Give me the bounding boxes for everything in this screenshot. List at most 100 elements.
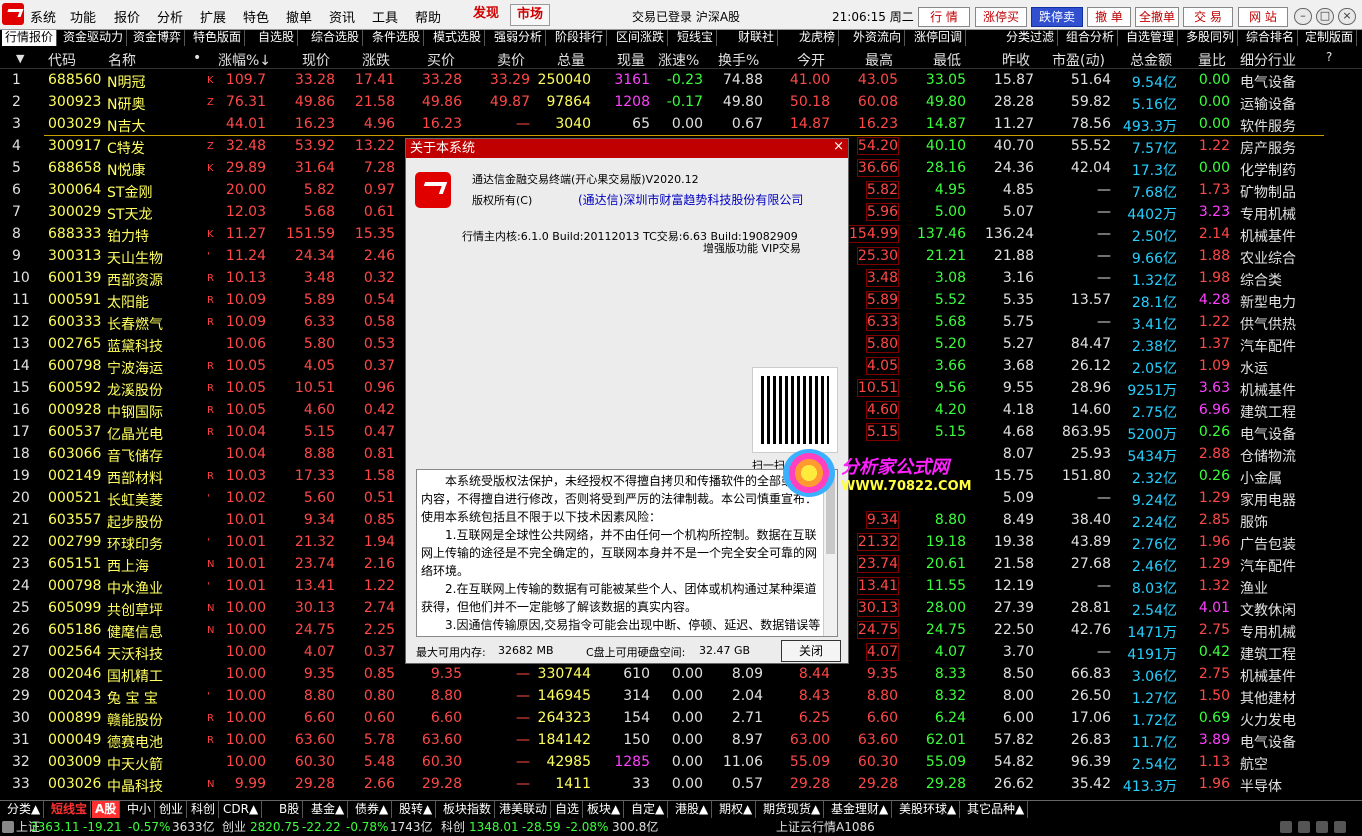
menu-feature[interactable]: 特色 [243,7,269,26]
header-sort-icon[interactable]: ▼ [16,52,24,65]
tab-dragon-tiger[interactable]: 龙虎榜 [796,30,840,46]
cancel-all-button[interactable]: 全撤单 [1135,7,1179,27]
menu-cancel-order[interactable]: 撤单 [286,7,312,26]
market-tab[interactable]: 债券▲ [352,801,393,818]
tab-range-change[interactable]: 区间涨跌 [613,30,669,46]
menu-function[interactable]: 功能 [70,7,96,26]
market-tab[interactable]: B股 [276,801,304,818]
menu-quote[interactable]: 报价 [114,7,140,26]
market-tab[interactable]: 板块指数 [440,801,496,818]
header-dot[interactable]: • [193,50,201,66]
market-tab[interactable]: CDR▲ [220,801,263,818]
table-row[interactable]: 30 000899 赣能股份 R 10.00 6.60 0.60 6.60 — 264323 154… [0,707,1362,729]
market-tab[interactable]: 港股▲ [672,801,713,818]
tab-portfolio[interactable]: 组合分析 [1063,30,1119,46]
table-row[interactable]: 28 002046 国机精工 10.00 9.35 0.85 9.35 — 330744 610 0… [0,663,1362,685]
tab-limit-pullback[interactable]: 涨停回调 [911,30,967,46]
header-ask[interactable]: 卖价 [497,50,525,70]
tab-fund-drive[interactable]: 资金驱动力 [60,30,128,46]
status-icon-3[interactable] [1316,821,1328,833]
market-tab[interactable]: 中小 [124,801,156,818]
tab-stage-rank[interactable]: 阶段排行 [552,30,608,46]
menu-extend[interactable]: 扩展 [200,7,226,26]
header-volume[interactable]: 总量 [557,50,585,70]
tab-multi-stock[interactable]: 多股同列 [1183,30,1239,46]
header-pe[interactable]: 市盈(动) [1052,50,1105,70]
table-row[interactable]: 29 002043 兔 宝 宝 ' 10.00 8.80 0.80 8.80 — 146945 31… [0,685,1362,707]
market-tab[interactable]: 期货现货▲ [760,801,825,818]
market-tab[interactable]: 期权▲ [716,801,757,818]
tab-custom-layout[interactable]: 定制版面 [1302,30,1358,46]
market-tab[interactable]: 创业 [156,801,188,818]
quote-button[interactable]: 行 情 [918,7,970,27]
market-tab[interactable]: 基金▲ [308,801,349,818]
market-tab[interactable]: 其它品种▲ [964,801,1029,818]
table-row[interactable]: 31 000049 德赛电池 R 10.00 63.60 5.78 63.60 — 184142 1… [0,729,1362,751]
header-open[interactable]: 今开 [797,50,825,70]
tab-fund-game[interactable]: 资金博弈 [130,30,186,46]
header-industry[interactable]: 细分行业 [1240,50,1296,70]
tab-category-filter[interactable]: 分类过滤 [1003,30,1059,46]
dialog-close-button[interactable]: 关闭 [781,640,841,662]
market-tab[interactable]: 基金理财▲ [828,801,893,818]
status-icon-1[interactable] [1280,821,1292,833]
discover-button[interactable]: 发现 [466,4,506,26]
table-row[interactable]: 32 003009 中天火箭 10.00 60.30 5.48 60.30 — 42985 128… [0,751,1362,773]
tab-watchlist[interactable]: 自选股 [255,30,299,46]
tab-quote[interactable]: 行情报价 [2,30,58,46]
market-tab[interactable]: A股 [92,801,121,818]
limit-down-sell-button[interactable]: 跌停卖 [1031,7,1083,27]
tab-pattern-select[interactable]: 模式选股 [430,30,486,46]
market-tab[interactable]: 短线宝 [48,801,92,818]
header-low[interactable]: 最低 [933,50,961,70]
tab-feature-layout[interactable]: 特色版面 [190,30,246,46]
trade-button[interactable]: 交 易 [1183,7,1233,27]
market-tab[interactable]: 自定▲ [628,801,669,818]
minimize-icon[interactable]: – [1294,8,1312,25]
market-tab[interactable]: 科创 [188,801,220,818]
header-prev-close[interactable]: 昨收 [1002,50,1030,70]
header-bid[interactable]: 买价 [427,50,455,70]
menu-news[interactable]: 资讯 [329,7,355,26]
tab-foreign-flow[interactable]: 外资流向 [850,30,906,46]
table-row[interactable]: 33 003026 中晶科技 N 9.99 29.28 2.66 29.28 — 1411 33 0.… [0,773,1362,795]
tab-combo-select[interactable]: 综合选股 [308,30,364,46]
status-icon-4[interactable] [1334,821,1346,833]
menu-system[interactable]: 系统 [30,7,56,26]
limit-up-buy-button[interactable]: 涨停买 [975,7,1027,27]
header-code[interactable]: 代码 [48,50,76,70]
tab-short-line[interactable]: 短线宝 [674,30,718,46]
header-vol-ratio[interactable]: 量比 [1198,50,1226,70]
dialog-close-icon[interactable]: × [833,139,844,154]
tab-watch-manage[interactable]: 自选管理 [1123,30,1179,46]
header-last-vol[interactable]: 现量 [617,50,645,70]
market-tab[interactable]: 美股环球▲ [896,801,961,818]
header-speed[interactable]: 涨速% [658,50,699,70]
table-row[interactable]: 2 300923 N研奥 Z 76.31 49.86 21.58 49.86 49.87 9786… [0,91,1362,113]
cancel-button[interactable]: 撤 单 [1087,7,1131,27]
market-tab[interactable]: 分类▲ [4,801,45,818]
header-help-icon[interactable]: ? [1326,50,1332,64]
menu-tools[interactable]: 工具 [372,7,398,26]
market-button[interactable]: 市场 [510,4,550,26]
tab-cls-news[interactable]: 财联社 [735,30,779,46]
market-tab[interactable]: 股转▲ [396,801,437,818]
header-price[interactable]: 现价 [302,50,330,70]
website-button[interactable]: 网 站 [1238,7,1288,27]
table-row[interactable]: 3 003029 N吉大 44.01 16.23 4.96 16.23 — 3040 65 0.00… [0,113,1362,135]
header-turnover[interactable]: 换手% [718,50,759,70]
header-name[interactable]: 名称 [108,50,136,70]
market-tab[interactable]: 自选 [552,801,584,818]
header-high[interactable]: 最高 [865,50,893,70]
menu-help[interactable]: 帮助 [415,7,441,26]
tab-condition-select[interactable]: 条件选股 [369,30,425,46]
company-link[interactable]: (通达信)深圳市财富趋势科技股份有限公司 [578,191,803,208]
tab-strength[interactable]: 强弱分析 [491,30,547,46]
table-row[interactable]: 1 688560 N明冠 K 109.7 33.28 17.41 33.28 33.29 2500… [0,69,1362,91]
close-icon[interactable]: × [1338,8,1356,25]
header-change-pct[interactable]: 涨幅%↓ [218,50,271,70]
header-amount[interactable]: 总金额 [1130,50,1172,70]
header-change[interactable]: 涨跌 [362,50,390,70]
menu-analysis[interactable]: 分析 [157,7,183,26]
market-tab[interactable]: 板块▲ [584,801,625,818]
